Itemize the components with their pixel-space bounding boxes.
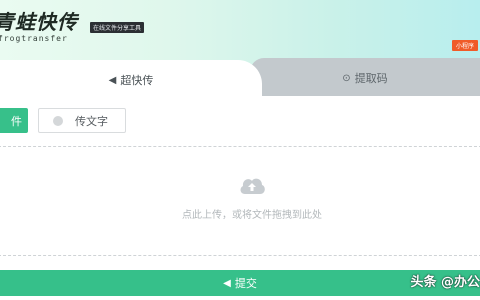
send-file-button[interactable]: 件: [0, 108, 28, 133]
tab-extract-code[interactable]: ⊙ 提取码: [250, 58, 480, 98]
cloud-upload-icon: [240, 178, 265, 194]
tagline-badge: 在线文件分享工具: [90, 22, 145, 33]
watermark: 头条 @办公: [410, 275, 480, 290]
paper-plane-icon: ◀: [223, 277, 231, 289]
submit-label: 提交: [234, 277, 257, 290]
send-file-label: 件: [11, 114, 22, 128]
paper-plane-icon: ◀: [108, 74, 117, 86]
send-text-label: 传文字: [75, 114, 108, 128]
logo-subtitle: frogtransfer: [0, 34, 68, 43]
dropzone-hint: 点此上传，或将文件拖拽到此处: [182, 210, 322, 221]
tab-extract-code-label: 提取码: [354, 72, 388, 85]
logo-title[interactable]: 青蛙快传: [0, 6, 78, 35]
submit-button[interactable]: ◀ 提交: [0, 270, 480, 296]
radio-dot-icon: [53, 115, 63, 126]
send-text-button[interactable]: 传文字: [38, 108, 126, 133]
tab-fast-transfer[interactable]: ◀ 超快传: [0, 60, 262, 100]
mini-program-badge[interactable]: 小程序: [451, 40, 478, 51]
tab-fast-transfer-label: 超快传: [120, 74, 154, 87]
upload-dropzone[interactable]: [0, 146, 480, 256]
key-circle-icon: ⊙: [342, 72, 351, 84]
